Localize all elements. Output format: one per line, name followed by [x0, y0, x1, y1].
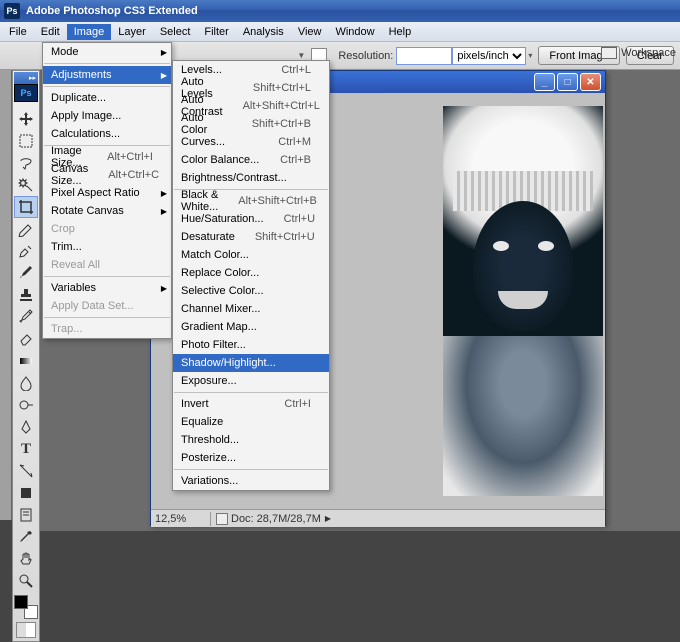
- menu-canvas-size[interactable]: Canvas Size...Alt+Ctrl+C: [43, 166, 171, 184]
- unit-select[interactable]: pixels/inch: [452, 47, 526, 65]
- menu-bar: File Edit Image Layer Select Filter Anal…: [0, 22, 680, 42]
- pen-tool[interactable]: [14, 416, 38, 438]
- status-icon[interactable]: [216, 513, 228, 525]
- resolution-label: Resolution:: [338, 50, 393, 62]
- adj-photo-filter[interactable]: Photo Filter...: [173, 336, 329, 354]
- menu-layer[interactable]: Layer: [111, 24, 153, 40]
- wand-tool[interactable]: [14, 174, 38, 196]
- shape-tool[interactable]: [14, 482, 38, 504]
- minimize-button[interactable]: _: [534, 73, 555, 91]
- heal-tool[interactable]: [14, 240, 38, 262]
- image-menu-dropdown: Mode▶ Adjustments▶ Duplicate... Apply Im…: [42, 42, 172, 339]
- menu-help[interactable]: Help: [382, 24, 419, 40]
- type-tool[interactable]: T: [14, 438, 38, 460]
- image-content: [443, 106, 603, 496]
- title: Adobe Photoshop CS3 Extended: [26, 5, 198, 17]
- notes-tool[interactable]: [14, 504, 38, 526]
- ps-icon: Ps: [14, 84, 38, 102]
- adj-exposure[interactable]: Exposure...: [173, 372, 329, 390]
- menu-analysis[interactable]: Analysis: [236, 24, 291, 40]
- gradient-tool[interactable]: [14, 350, 38, 372]
- menu-apply-image[interactable]: Apply Image...: [43, 107, 171, 125]
- title-bar: Ps Adobe Photoshop CS3 Extended: [0, 0, 680, 22]
- adj-curves[interactable]: Curves...Ctrl+M: [173, 133, 329, 151]
- options-dropdown-icon[interactable]: ▾: [528, 51, 532, 60]
- zoom-tool[interactable]: [14, 570, 38, 592]
- quick-mask-toggle[interactable]: [16, 622, 36, 638]
- menu-image[interactable]: Image: [67, 24, 112, 40]
- adj-brightness-contrast[interactable]: Brightness/Contrast...: [173, 169, 329, 187]
- menu-window[interactable]: Window: [328, 24, 381, 40]
- slice-tool[interactable]: [14, 218, 38, 240]
- eraser-tool[interactable]: [14, 328, 38, 350]
- menu-variables[interactable]: Variables▶: [43, 279, 171, 297]
- toolbox-collapse-icon[interactable]: ▸▸: [29, 74, 36, 82]
- adj-variations[interactable]: Variations...: [173, 472, 329, 490]
- menu-reveal-all: Reveal All: [43, 256, 171, 274]
- app-icon: Ps: [4, 3, 20, 19]
- adj-color-balance[interactable]: Color Balance...Ctrl+B: [173, 151, 329, 169]
- brush-tool[interactable]: [14, 262, 38, 284]
- workspace-icon: [601, 47, 617, 59]
- menu-edit[interactable]: Edit: [34, 24, 67, 40]
- tool-preset-dropdown[interactable]: ▼: [297, 51, 305, 60]
- adjustments-submenu: Levels...Ctrl+L Auto LevelsShift+Ctrl+L …: [172, 60, 330, 491]
- crop-tool[interactable]: [14, 196, 38, 218]
- zoom-level[interactable]: 12,5%: [155, 513, 205, 525]
- resolution-input[interactable]: [396, 47, 452, 65]
- menu-rotate-canvas[interactable]: Rotate Canvas▶: [43, 202, 171, 220]
- menu-file[interactable]: File: [2, 24, 34, 40]
- hand-tool[interactable]: [14, 548, 38, 570]
- adj-auto-color[interactable]: Auto ColorShift+Ctrl+B: [173, 115, 329, 133]
- adj-threshold[interactable]: Threshold...: [173, 431, 329, 449]
- menu-mode[interactable]: Mode▶: [43, 43, 171, 61]
- adj-match-color[interactable]: Match Color...: [173, 246, 329, 264]
- history-brush-tool[interactable]: [14, 306, 38, 328]
- adj-desaturate[interactable]: DesaturateShift+Ctrl+U: [173, 228, 329, 246]
- adj-hue-saturation[interactable]: Hue/Saturation...Ctrl+U: [173, 210, 329, 228]
- toolbox-header[interactable]: ▸▸: [14, 72, 38, 84]
- doc-canvas[interactable]: [441, 93, 605, 509]
- menu-pixel-aspect[interactable]: Pixel Aspect Ratio▶: [43, 184, 171, 202]
- maximize-button[interactable]: □: [557, 73, 578, 91]
- adj-selective-color[interactable]: Selective Color...: [173, 282, 329, 300]
- dodge-tool[interactable]: [14, 394, 38, 416]
- adj-invert[interactable]: InvertCtrl+I: [173, 395, 329, 413]
- menu-adjustments[interactable]: Adjustments▶: [43, 66, 171, 84]
- menu-trap: Trap...: [43, 320, 171, 338]
- workspace-switcher[interactable]: Workspace: [601, 47, 676, 59]
- toolbox: ▸▸ Ps T: [12, 70, 40, 642]
- eyedropper-tool[interactable]: [14, 526, 38, 548]
- menu-view[interactable]: View: [291, 24, 329, 40]
- lasso-tool[interactable]: [14, 152, 38, 174]
- adj-posterize[interactable]: Posterize...: [173, 449, 329, 467]
- menu-crop: Crop: [43, 220, 171, 238]
- adj-black-white[interactable]: Black & White...Alt+Shift+Ctrl+B: [173, 192, 329, 210]
- menu-filter[interactable]: Filter: [197, 24, 235, 40]
- move-tool[interactable]: [14, 108, 38, 130]
- menu-calculations[interactable]: Calculations...: [43, 125, 171, 143]
- path-tool[interactable]: [14, 460, 38, 482]
- adj-gradient-map[interactable]: Gradient Map...: [173, 318, 329, 336]
- blur-tool[interactable]: [14, 372, 38, 394]
- adj-replace-color[interactable]: Replace Color...: [173, 264, 329, 282]
- stamp-tool[interactable]: [14, 284, 38, 306]
- adj-channel-mixer[interactable]: Channel Mixer...: [173, 300, 329, 318]
- foreground-color[interactable]: [14, 595, 28, 609]
- menu-trim[interactable]: Trim...: [43, 238, 171, 256]
- status-arrow-icon[interactable]: ▶: [325, 514, 331, 523]
- adj-equalize[interactable]: Equalize: [173, 413, 329, 431]
- close-button[interactable]: ✕: [580, 73, 601, 91]
- doc-info: Doc: 28,7M/28,7M: [231, 513, 321, 525]
- color-swatches[interactable]: [14, 595, 38, 619]
- menu-select[interactable]: Select: [153, 24, 198, 40]
- adj-shadow-highlight[interactable]: Shadow/Highlight...: [173, 354, 329, 372]
- doc-status-bar: 12,5% Doc: 28,7M/28,7M ▶: [151, 509, 605, 527]
- marquee-tool[interactable]: [14, 130, 38, 152]
- menu-apply-dataset: Apply Data Set...: [43, 297, 171, 315]
- left-gutter: [0, 70, 12, 520]
- menu-duplicate[interactable]: Duplicate...: [43, 89, 171, 107]
